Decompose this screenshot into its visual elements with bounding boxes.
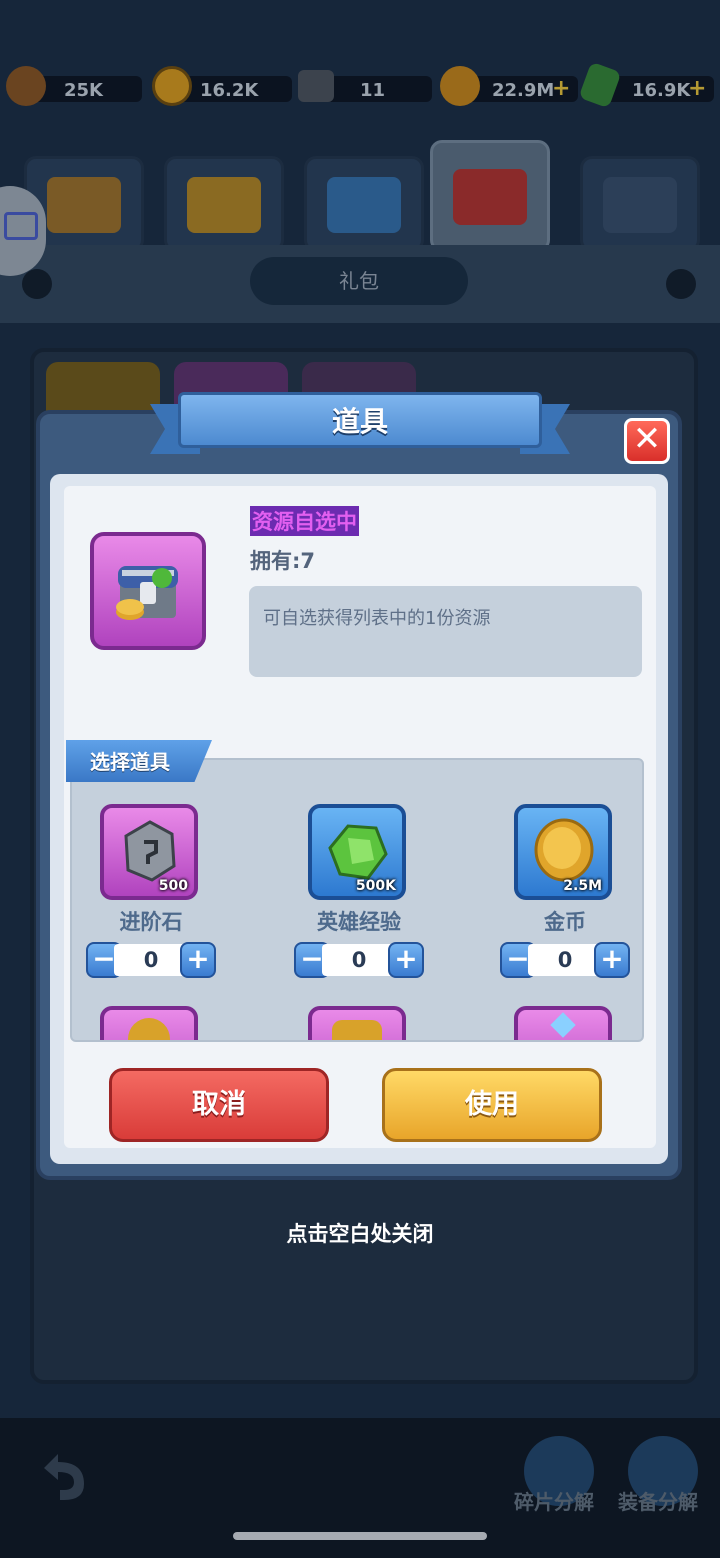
- option-quantity: 2.5M: [563, 878, 602, 894]
- section-header: 礼包: [0, 245, 720, 323]
- resource-bar: 25K 16.2K 11 22.9M + 16.9K +: [0, 60, 720, 120]
- medal-icon: [128, 1018, 170, 1040]
- add-coin-button[interactable]: +: [552, 76, 570, 101]
- wing-icon: [332, 1020, 382, 1040]
- option-frame[interactable]: [100, 1006, 198, 1040]
- add-gem-button[interactable]: +: [688, 76, 706, 101]
- option-frame[interactable]: [514, 1006, 612, 1040]
- treasure-chest-icon: [116, 566, 178, 620]
- quantity-stepper: − 0 +: [294, 940, 424, 980]
- quantity-stepper: − 0 +: [500, 940, 630, 980]
- close-hint: 点击空白处关闭: [286, 1222, 434, 1246]
- item-select-area[interactable]: 500 进阶石 − 0 + 500K 英雄经验 − 0 + 2.5M 金币 − …: [70, 758, 644, 1042]
- stone-icon: [298, 70, 334, 102]
- increase-button[interactable]: +: [388, 942, 424, 978]
- resource-value: 22.9M: [492, 80, 555, 101]
- resource-value: 16.2K: [200, 80, 259, 101]
- tab-more[interactable]: [580, 156, 700, 252]
- cancel-button[interactable]: 取消: [109, 1068, 329, 1142]
- quantity-value[interactable]: 0: [528, 944, 602, 976]
- medal-icon: [152, 66, 192, 106]
- resource-value: 25K: [64, 80, 103, 101]
- resource-coin: 22.9M +: [440, 66, 578, 106]
- option-label: 金币: [544, 910, 586, 934]
- item-name: 资源自选中: [250, 506, 359, 536]
- option-quantity: 500K: [355, 878, 396, 894]
- resource-wood: 25K: [6, 66, 142, 106]
- chest-icon: [47, 177, 121, 233]
- home-indicator[interactable]: [233, 1532, 487, 1540]
- dialog-title: 道具: [331, 405, 388, 438]
- section-title: 礼包: [250, 257, 468, 305]
- increase-button[interactable]: +: [180, 942, 216, 978]
- category-tabs: [0, 140, 720, 252]
- coin-icon: [440, 66, 480, 106]
- increase-button[interactable]: +: [594, 942, 630, 978]
- quantity-value[interactable]: 0: [322, 944, 396, 976]
- resource-medal: 16.2K: [152, 66, 292, 106]
- dialog-title-ribbon: 道具: [150, 392, 570, 460]
- option-frame[interactable]: 500: [100, 804, 198, 900]
- resource-stone: 11: [298, 70, 432, 102]
- close-button[interactable]: ✕: [624, 418, 670, 464]
- quantity-stepper: − 0 +: [86, 940, 216, 980]
- use-button[interactable]: 使用: [382, 1068, 602, 1142]
- option-frame[interactable]: [308, 1006, 406, 1040]
- armor-icon: [187, 177, 261, 233]
- tab-armor[interactable]: [164, 156, 284, 252]
- option-frame[interactable]: 500K: [308, 804, 406, 900]
- resource-value: 11: [360, 80, 386, 101]
- option-frame[interactable]: 2.5M: [514, 804, 612, 900]
- option-label: 进阶石: [119, 910, 183, 934]
- item-description-box: 可自选获得列表中的1份资源: [249, 586, 642, 677]
- equip-decompose-label: 装备分解: [618, 1490, 698, 1514]
- resource-value: 16.9K: [632, 80, 691, 101]
- resource-gem: 16.9K +: [578, 61, 714, 109]
- gift-icon: [453, 169, 527, 225]
- owned-count: 拥有:7: [250, 549, 316, 573]
- select-items-label: 选择道具: [90, 750, 170, 774]
- tab-puzzle[interactable]: [304, 156, 424, 252]
- item-icon-frame: [90, 532, 206, 650]
- option-label: 英雄经验: [317, 910, 401, 934]
- crystal-icon: [550, 1012, 576, 1038]
- item-description: 可自选获得列表中的1份资源: [263, 608, 491, 629]
- fragment-decompose-label: 碎片分解: [514, 1490, 594, 1514]
- orbs-icon: [603, 177, 677, 233]
- option-quantity: 500: [158, 878, 188, 894]
- close-icon: ✕: [632, 419, 662, 459]
- select-items-tab: 选择道具: [66, 740, 212, 782]
- puzzle-icon: [327, 177, 401, 233]
- quantity-value[interactable]: 0: [114, 944, 188, 976]
- wood-icon: [6, 66, 46, 106]
- back-arrow-icon[interactable]: [34, 1446, 94, 1506]
- chat-icon: [4, 212, 38, 240]
- tab-gift[interactable]: [430, 140, 550, 252]
